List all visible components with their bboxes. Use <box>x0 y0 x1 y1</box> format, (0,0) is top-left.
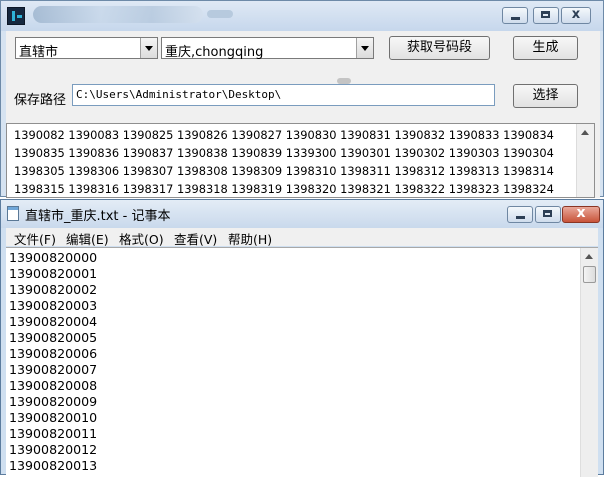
save-path-input[interactable]: C:\Users\Administrator\Desktop\ <box>72 84 495 106</box>
text-line: 13900820004 <box>9 314 98 329</box>
maximize-button[interactable] <box>533 7 559 24</box>
text-line: 13900820009 <box>9 394 98 409</box>
province-select[interactable]: 直辖市 <box>15 37 158 60</box>
notepad-icon <box>7 206 19 221</box>
dropdown-arrow-icon[interactable] <box>140 38 157 58</box>
minimize-icon <box>516 216 525 219</box>
text-line: 13900820010 <box>9 410 98 425</box>
menu-format[interactable]: 格式(O) <box>119 229 164 248</box>
close-icon: x <box>576 205 586 221</box>
notepad-title: 直辖市_重庆.txt - 记事本 <box>25 209 171 224</box>
output-textarea[interactable]: 1390082 1390083 1390825 1390826 1390827 … <box>6 123 595 198</box>
minimize-icon <box>511 17 520 20</box>
app-icon <box>7 7 25 25</box>
output-line: 1398305 1398306 1398307 1398308 1398309 … <box>14 164 554 178</box>
close-icon: x <box>571 7 581 22</box>
blurred-title <box>33 6 203 23</box>
province-value: 直辖市 <box>19 45 59 60</box>
text-line: 13900820002 <box>9 282 98 297</box>
text-line: 13900820008 <box>9 378 98 393</box>
output-scrollbar[interactable] <box>576 124 594 197</box>
blurred-title-end <box>207 10 233 18</box>
text-line: 13900820011 <box>9 426 98 441</box>
scroll-up-icon[interactable] <box>581 130 589 135</box>
output-line: 1398315 1398316 1398317 1398318 1398319 … <box>14 182 554 196</box>
close-button[interactable]: x <box>562 205 600 223</box>
minimize-button[interactable] <box>502 7 528 24</box>
minimize-button[interactable] <box>507 206 533 223</box>
fetch-segments-button[interactable]: 获取号码段 <box>389 36 490 60</box>
notepad-titlebar[interactable]: 直辖市_重庆.txt - 记事本 x <box>1 200 603 228</box>
choose-path-button[interactable]: 选择 <box>513 84 578 108</box>
save-path-label: 保存路径 <box>14 93 67 108</box>
generate-button[interactable]: 生成 <box>513 36 578 60</box>
text-line: 13900820000 <box>9 250 98 265</box>
text-line: 13900820001 <box>9 266 98 281</box>
close-button[interactable]: x <box>561 7 591 24</box>
menu-view[interactable]: 查看(V) <box>174 229 217 248</box>
scroll-up-icon[interactable] <box>585 254 593 259</box>
city-value: 重庆,chongqing <box>165 45 264 60</box>
notepad-editor[interactable]: 13900820000 13900820001 13900820002 1390… <box>6 247 598 477</box>
dropdown-arrow-icon[interactable] <box>356 38 373 58</box>
generator-titlebar[interactable]: x <box>1 1 603 31</box>
maximize-button[interactable] <box>535 206 561 223</box>
maximize-icon <box>543 210 552 217</box>
editor-scrollbar[interactable] <box>580 248 598 477</box>
generator-window: x 直辖市 重庆,chongqing 获取号码段 生成 保存路径 C:\User… <box>0 0 604 198</box>
city-select[interactable]: 重庆,chongqing <box>161 37 374 60</box>
menu-edit[interactable]: 编辑(E) <box>66 229 109 248</box>
menu-file[interactable]: 文件(F) <box>14 229 56 248</box>
maximize-icon <box>541 11 550 18</box>
output-line: 1390082 1390083 1390825 1390826 1390827 … <box>14 128 554 142</box>
menubar: 文件(F) 编辑(E) 格式(O) 查看(V) 帮助(H) <box>6 228 598 248</box>
text-line: 13900820012 <box>9 442 98 457</box>
menu-help[interactable]: 帮助(H) <box>228 229 272 248</box>
scrollbar-thumb[interactable] <box>583 266 596 283</box>
text-line: 13900820007 <box>9 362 98 377</box>
notepad-window: 直辖市_重庆.txt - 记事本 x 文件(F) 编辑(E) 格式(O) 查看(… <box>0 199 604 477</box>
output-line: 1390835 1390836 1390837 1390838 1390839 … <box>14 146 554 160</box>
text-line: 13900820006 <box>9 346 98 361</box>
text-line: 13900820003 <box>9 298 98 313</box>
text-line: 13900820005 <box>9 330 98 345</box>
text-line: 13900820013 <box>9 458 98 473</box>
